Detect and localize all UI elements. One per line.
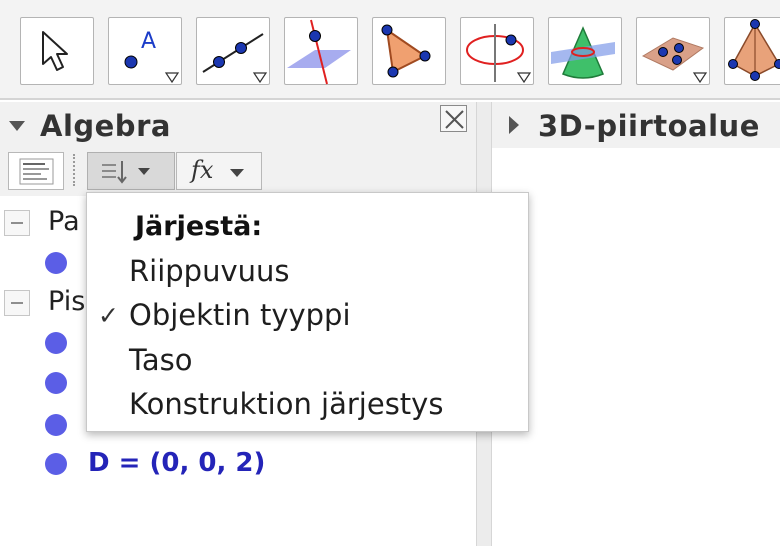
- sort-icon: [102, 161, 150, 184]
- menu-heading: Järjestä:: [135, 211, 263, 242]
- group-label-pis: Pis: [48, 286, 86, 317]
- sort-by-menu: Järjestä: Riippuvuus ✓ Objektin tyyppi T…: [86, 192, 529, 432]
- visibility-toggle-dot[interactable]: [45, 453, 67, 475]
- perpendicular-line-icon: [287, 19, 351, 85]
- move-tool-button[interactable]: [20, 17, 94, 85]
- visibility-toggle-dot[interactable]: [45, 252, 67, 274]
- plane-tool-button[interactable]: [636, 17, 710, 85]
- algebra-item-d[interactable]: D = (0, 0, 2): [88, 448, 265, 478]
- algebra-view-header: Algebra: [0, 102, 476, 148]
- graphics-3d-header: 3D-piirtoalue: [492, 102, 780, 148]
- description-lines-icon: [19, 158, 54, 185]
- algebra-style-bar: fx: [0, 148, 476, 196]
- point-tool-letter: A: [141, 29, 156, 54]
- description-mode-button[interactable]: [8, 152, 64, 190]
- menu-item-dependency[interactable]: Riippuvuus: [129, 254, 290, 288]
- expand-triangle-icon[interactable]: [508, 115, 520, 135]
- close-view-button[interactable]: [440, 105, 467, 132]
- polygon-icon: [381, 24, 431, 78]
- graphics-3d-title: 3D-piirtoalue: [538, 109, 760, 143]
- pyramid-tool-button[interactable]: [724, 17, 780, 85]
- collapse-triangle-icon[interactable]: [8, 120, 26, 132]
- checkmark-icon: ✓: [98, 301, 119, 330]
- pyramid-icon: [728, 19, 780, 81]
- toolbar-separator: [73, 154, 76, 186]
- intersect-surface-tool-button[interactable]: [548, 17, 622, 85]
- group-collapse-toggle[interactable]: [4, 210, 30, 236]
- group-label-pa: Pa: [48, 206, 80, 237]
- fx-icon: fx: [191, 156, 214, 184]
- perpendicular-tool-button[interactable]: [284, 17, 358, 85]
- line-icon: [202, 33, 268, 84]
- geogebra-window: A Algebra 3D-piirtoalue fx Pa Pis D = (0…: [0, 0, 780, 546]
- input-help-button[interactable]: fx: [176, 152, 262, 190]
- close-icon: [445, 110, 464, 129]
- visibility-toggle-dot[interactable]: [45, 372, 67, 394]
- algebra-view-title: Algebra: [40, 109, 171, 143]
- menu-item-layer[interactable]: Taso: [129, 343, 193, 377]
- menu-item-construction-order[interactable]: Konstruktion järjestys: [129, 387, 443, 421]
- visibility-toggle-dot[interactable]: [45, 332, 67, 354]
- move-arrow-icon: [42, 31, 68, 71]
- circle-axis-tool-button[interactable]: [460, 17, 534, 85]
- polygon-tool-button[interactable]: [372, 17, 446, 85]
- line-tool-button[interactable]: [196, 17, 270, 85]
- menu-item-object-type[interactable]: Objektin tyyppi: [129, 298, 351, 332]
- point-tool-button[interactable]: A: [108, 17, 182, 85]
- group-collapse-toggle[interactable]: [4, 290, 30, 316]
- sort-by-button[interactable]: [87, 152, 175, 190]
- plane-points-icon: [641, 37, 708, 84]
- main-toolbar: A: [0, 0, 780, 100]
- circle-axis-icon: [466, 24, 532, 84]
- point-icon: A: [124, 29, 180, 84]
- visibility-toggle-dot[interactable]: [45, 414, 67, 436]
- chevron-down-icon: [230, 169, 244, 177]
- cone-intersect-icon: [551, 26, 615, 79]
